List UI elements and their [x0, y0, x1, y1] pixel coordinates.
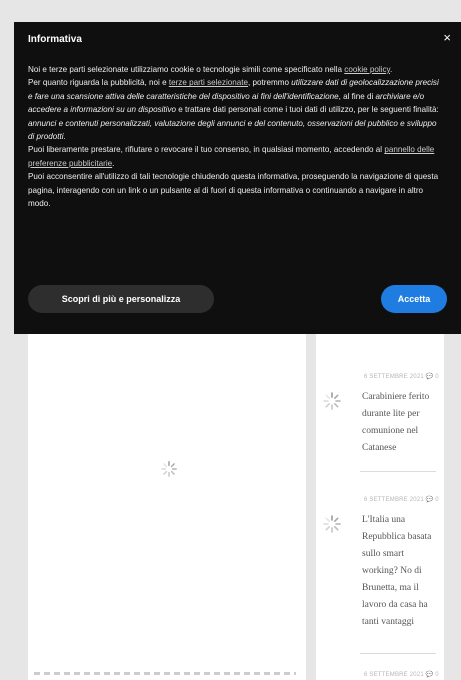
- loading-spinner-icon: [322, 514, 342, 534]
- divider: [360, 653, 436, 654]
- article-text-fragment: [34, 672, 296, 675]
- text: Noi e terze parti selezionate utilizziam…: [28, 65, 345, 74]
- main-content-area: [28, 318, 306, 680]
- post-meta: 6 SETTEMBRE 2021 💬 0: [364, 497, 439, 503]
- accept-button[interactable]: Accetta: [381, 285, 447, 313]
- sidebar-post[interactable]: 6 SETTEMBRE 2021 💬 0: [322, 671, 439, 680]
- post-meta: 6 SETTEMBRE 2021 💬 0: [364, 672, 439, 678]
- text: Per quanto riguarda la pubblicità, noi e: [28, 78, 169, 88]
- text: , potremmo: [248, 78, 292, 88]
- text: .: [63, 132, 66, 142]
- post-title[interactable]: L'Italia una Repubblica basata sullo sma…: [362, 512, 438, 631]
- loading-spinner-icon: [160, 460, 178, 478]
- banner-title: Informativa: [28, 34, 82, 45]
- paragraph-consent: Puoi liberamente prestare, rifiutare o r…: [28, 143, 443, 170]
- banner-text: Noi e terze parti selezionate utilizziam…: [28, 63, 443, 210]
- text: Puoi liberamente prestare, rifiutare o r…: [28, 145, 385, 155]
- paragraph-advertising: Per quanto riguarda la pubblicità, noi e…: [28, 76, 443, 143]
- paragraph-accept-info: Puoi acconsentire all'utilizzo di tali t…: [28, 172, 439, 209]
- cookie-policy-link[interactable]: cookie policy: [344, 65, 390, 74]
- text: , al fine di: [338, 91, 376, 101]
- paragraph-intro: Noi e terze parti selezionate utilizziam…: [28, 63, 443, 76]
- learn-more-customize-button[interactable]: Scopri di più e personalizza: [28, 285, 214, 313]
- third-parties-link[interactable]: terze parti selezionate: [169, 78, 248, 87]
- text: e trattare dati personali come i tuoi da…: [176, 105, 439, 115]
- cookie-banner: Informativa × Noi e terze parti selezion…: [14, 22, 461, 334]
- post-meta: 6 SETTEMBRE 2021 💬 0: [364, 374, 439, 380]
- close-icon[interactable]: ×: [443, 30, 451, 45]
- text: annunci e contenuti personalizzati, valu…: [28, 118, 437, 142]
- divider: [360, 471, 436, 472]
- sidebar-post[interactable]: 6 SETTEMBRE 2021 💬 0 Carabiniere ferito …: [322, 373, 439, 463]
- text: .: [390, 65, 393, 74]
- post-title[interactable]: Carabiniere ferito durante lite per comu…: [362, 389, 438, 457]
- text: .: [112, 158, 115, 168]
- loading-spinner-icon: [322, 391, 342, 411]
- sidebar-post[interactable]: 6 SETTEMBRE 2021 💬 0 L'Italia una Repubb…: [322, 496, 439, 646]
